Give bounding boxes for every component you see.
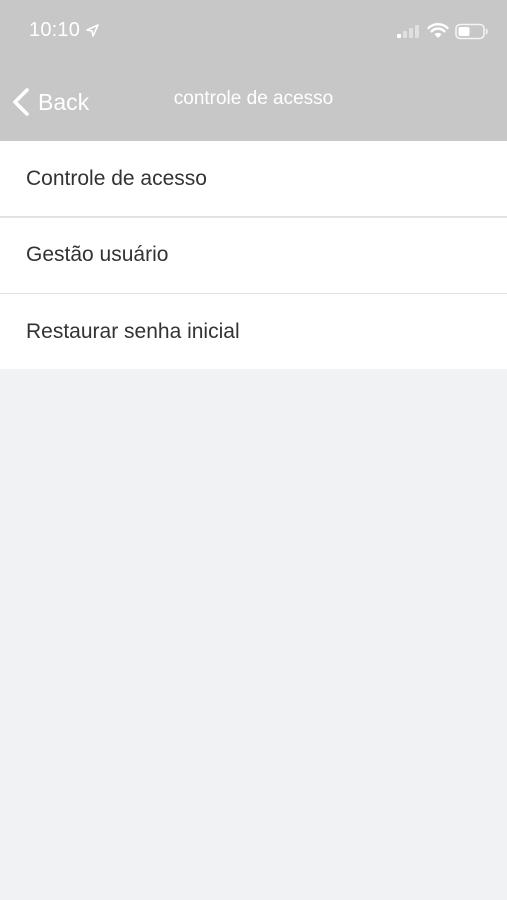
menu-item-label: Gestão usuário	[26, 243, 169, 266]
menu-item-gestao-usuario[interactable]: Gestão usuário	[0, 217, 507, 293]
menu-item-restaurar-senha-inicial[interactable]: Restaurar senha inicial	[0, 294, 507, 369]
nav-bar: Back controle de acesso	[0, 64, 507, 141]
signal-icon	[397, 25, 419, 38]
wifi-icon	[427, 23, 449, 38]
menu-item-label: Restaurar senha inicial	[26, 319, 240, 343]
menu-list: Controle de acesso Gestão usuário Restau…	[0, 141, 507, 369]
location-icon	[86, 24, 99, 37]
page-title: controle de acesso	[173, 88, 334, 109]
screen: 10:10 Back controle de acesso Controle d…	[0, 0, 507, 900]
menu-item-label: Controle de acesso	[26, 166, 207, 190]
menu-item-controle-de-acesso[interactable]: Controle de acesso	[0, 141, 507, 216]
header: 10:10 Back controle de acesso	[0, 0, 507, 141]
status-time: 10:10	[29, 19, 81, 41]
status-bar: 10:10	[0, 0, 507, 64]
battery-icon	[455, 23, 488, 40]
